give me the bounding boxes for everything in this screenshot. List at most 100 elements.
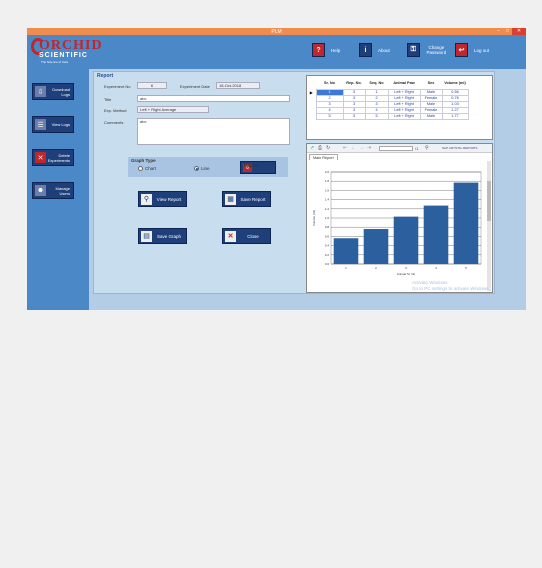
view-logs-icon: ☰ [35, 119, 46, 130]
report-panel: Report Experiment No 6 Experiment Date 1… [93, 71, 495, 294]
radio-line-label: Line [201, 166, 210, 171]
chart-bar [423, 205, 449, 264]
close-x-icon: ✕ [225, 230, 236, 242]
prev-page-icon[interactable]: ← [351, 145, 356, 151]
y-tick-label: 1.6 [325, 188, 330, 192]
export-icon[interactable]: ⇗ [310, 145, 314, 151]
sidebar-item-manage-users[interactable]: ☻ Manage Users [32, 182, 74, 199]
exp-date-field: 18-Oct-2018 [216, 82, 260, 89]
sidebar-item-label: Delete Experiments [47, 152, 70, 163]
y-tick-label: 1.8 [325, 179, 330, 183]
sidebar-item-view-logs[interactable]: ☰ View Logs [32, 116, 74, 133]
graph-type-label: Graph Type [131, 158, 156, 163]
exp-no-field: 6 [137, 82, 167, 89]
help-button[interactable]: ? Help [312, 43, 340, 57]
x-axis-label: Animal Sr. No [397, 272, 416, 276]
info-icon: i [359, 43, 372, 57]
minimize-icon[interactable]: – [494, 28, 503, 35]
logo-sub: SCIENTIFIC [39, 52, 88, 59]
close-window-icon[interactable]: ✕ [512, 28, 526, 35]
next-page-icon[interactable]: → [359, 145, 364, 151]
viewer-scrollbar[interactable] [487, 161, 491, 291]
report-chart: 0.0 0.2 0.4 0.6 0.8 1.0 1.2 1.4 1.6 1.8 2.0 1 2 3 4 5 An… [312, 170, 482, 276]
column-header[interactable]: Seq. No [365, 78, 388, 89]
download-icon: ⇩ [35, 86, 46, 97]
exp-date-label: Experiment Date [180, 84, 210, 89]
y-tick-label: 0.0 [325, 262, 330, 266]
chart-bar [453, 182, 479, 264]
table-row[interactable]: 5 3 5 Left + Right Male 1.77 [307, 112, 469, 120]
x-tick-label: 4 [435, 266, 437, 270]
y-tick-label: 0.6 [325, 234, 330, 238]
crystal-report-viewer: ⇗ ⎙ ↻ ⇤ ← → ⇥ /1 ⚲ SAP CRYSTAL REPORTS M… [306, 143, 493, 293]
column-header[interactable]: Rep. No. [343, 78, 365, 89]
comments-field[interactable]: abc [137, 118, 290, 145]
last-page-icon[interactable]: ⇥ [367, 145, 371, 151]
save-graph-button[interactable]: ▤ Save Graph [138, 228, 187, 244]
viewer-brand-label: SAP CRYSTAL REPORTS [442, 146, 478, 150]
y-tick-label: 0.2 [325, 253, 330, 257]
logout-button[interactable]: ↩ Log out [455, 43, 489, 57]
close-button[interactable]: ✕ Close [222, 228, 271, 244]
report-title: Report [97, 73, 114, 79]
graph-type-group: Graph Type Chart Line ↻ Replot [128, 157, 288, 177]
y-tick-label: 1.0 [325, 216, 330, 220]
table-cell: Left + Right [387, 112, 421, 120]
about-label: About [378, 47, 390, 53]
logout-label: Log out [474, 47, 490, 53]
refresh-icon[interactable]: ↻ [326, 145, 330, 151]
row-indicator-header [307, 78, 316, 89]
zoom-icon[interactable]: ⚲ [425, 145, 429, 151]
radio-chart[interactable]: Chart [138, 166, 156, 171]
y-tick-label: 1.2 [325, 207, 330, 211]
help-label: Help [331, 47, 341, 53]
y-axis-label: Volume (ml) [312, 210, 316, 226]
activation-watermark: Activate Windows Go to PC settings to ac… [412, 280, 490, 292]
view-report-icon: ⚲ [141, 193, 152, 205]
about-button[interactable]: i About [359, 43, 390, 57]
table-cell: Male [419, 112, 443, 120]
save-report-icon: ▦ [225, 193, 236, 205]
sidebar-item-label: Download Logs [52, 86, 70, 97]
exp-method-label: Exp. Method [104, 108, 127, 113]
sidebar: ⇩ Download Logs ☰ View Logs ✕ Delete Exp… [27, 69, 89, 310]
print-icon[interactable]: ⎙ [318, 145, 322, 151]
x-tick-label: 3 [405, 266, 407, 270]
save-report-button[interactable]: ▦ Save Report [222, 191, 271, 207]
sidebar-item-delete-experiments[interactable]: ✕ Delete Experiments [32, 149, 74, 166]
page-number-input[interactable] [379, 146, 413, 151]
viewer-toolbar: ⇗ ⎙ ↻ ⇤ ← → ⇥ /1 ⚲ SAP CRYSTAL REPORTS [307, 144, 492, 153]
table-cell: 5 [315, 112, 344, 120]
save-report-label: Save Report [240, 196, 266, 202]
sidebar-item-download-logs[interactable]: ⇩ Download Logs [32, 83, 74, 100]
view-report-button[interactable]: ⚲ View Report [138, 191, 187, 207]
replot-button[interactable]: ↻ Replot [240, 161, 276, 174]
column-header[interactable]: Sr. No [316, 78, 343, 89]
title-field[interactable]: abc [137, 95, 290, 102]
scroll-thumb[interactable] [487, 181, 491, 221]
x-tick-label: 1 [345, 266, 347, 270]
chart-bar [393, 216, 419, 264]
sidebar-item-label: View Logs [51, 122, 70, 127]
title-bar: PLM – □ ✕ [27, 28, 526, 35]
column-header[interactable]: Animal Paw [388, 78, 420, 89]
close-label: Close [247, 233, 259, 239]
row-selector-icon[interactable] [307, 113, 316, 119]
column-header[interactable]: Sex [420, 78, 442, 89]
help-icon: ? [312, 43, 325, 57]
radio-line[interactable]: Line [194, 166, 210, 171]
radio-dot-selected-icon [194, 166, 199, 171]
orchid-logo: ORCHID SCIENTIFIC The Science of Care [31, 38, 102, 66]
exp-method-field: Left + Right Average [137, 106, 209, 113]
users-icon: ☻ [35, 185, 46, 196]
replot-label: Replot [244, 163, 258, 168]
column-header[interactable]: Volume (ml) [442, 78, 468, 89]
experiment-table: Sr. No Rep. No. Seq. No Animal Paw Sex V… [306, 75, 493, 140]
sidebar-item-label: Manage Users [55, 185, 70, 196]
first-page-icon[interactable]: ⇤ [343, 145, 347, 151]
change-password-button[interactable]: ⚿ Change Password [407, 43, 447, 57]
table-cell: 3 [342, 112, 366, 120]
x-tick-label: 5 [465, 266, 467, 270]
maximize-icon[interactable]: □ [503, 28, 512, 35]
watermark-line2: Go to PC settings to activate Windows. [412, 286, 490, 291]
